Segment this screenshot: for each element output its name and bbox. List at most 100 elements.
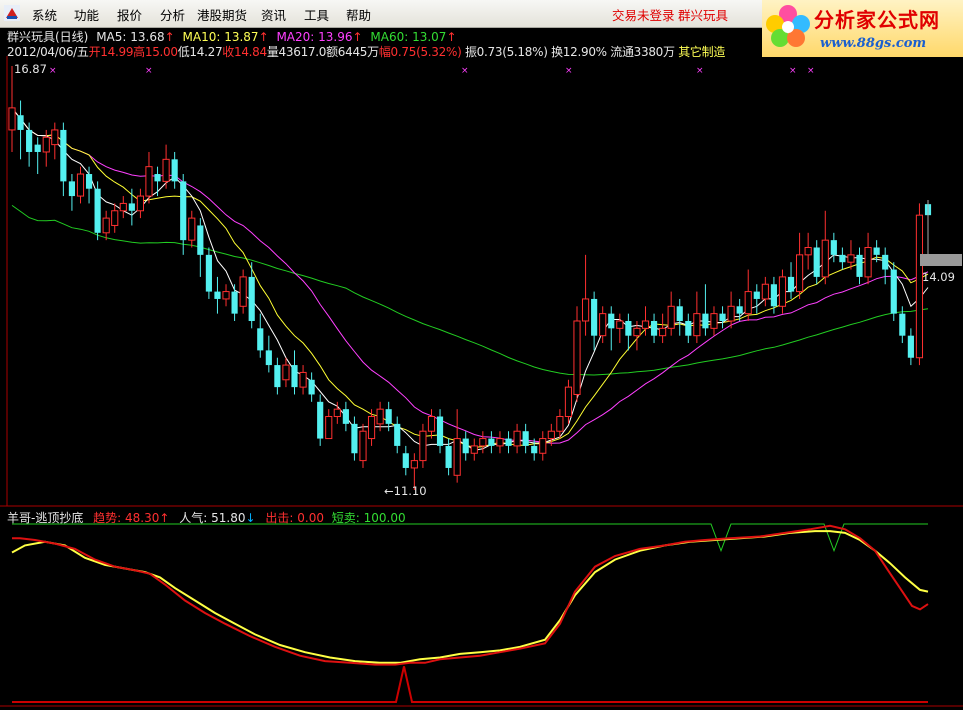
candle-body-up (804, 247, 812, 256)
candle-body-down (265, 350, 272, 366)
up-arrow-icon: ↑ (159, 511, 170, 525)
candle-body-up (633, 327, 641, 337)
indicator-name[interactable]: 羊哥-逃顶抄底 (7, 511, 83, 525)
candle-body-up (659, 327, 667, 337)
candle-body-down (197, 225, 204, 255)
candle-body-down (505, 438, 512, 446)
candle-body-down (248, 276, 255, 321)
signal-marker: × (565, 66, 573, 76)
candle-body-down (787, 276, 795, 292)
candle-body-down (308, 379, 315, 395)
candle-body-up (599, 313, 607, 337)
candle-body-down (94, 188, 101, 233)
candle-body-up (796, 254, 804, 293)
candle-body-up (136, 195, 144, 212)
low-price-label: ←11.10 (384, 484, 427, 498)
candle-body-up (453, 438, 461, 476)
candle-body-up (821, 239, 829, 278)
candle-body-up (693, 313, 701, 337)
candle-body-down (736, 306, 743, 314)
candle-body-down (402, 453, 409, 468)
candle-body-down (719, 313, 726, 321)
candle-body-down (445, 445, 452, 468)
candle-body-down (436, 416, 444, 446)
candle-body-up (333, 408, 341, 418)
candle-body-down (34, 144, 41, 152)
signal-marker: × (145, 66, 153, 76)
candle-body-up (102, 217, 110, 234)
candle-body-down (154, 174, 161, 182)
candle-body-down (890, 269, 897, 314)
candle-body-down (873, 247, 880, 255)
candle-body-down (753, 291, 760, 299)
candle-body-down (60, 129, 67, 182)
candle-body-up (778, 276, 787, 307)
popularity-value: 人气: 51.80 (179, 511, 246, 525)
candle-body-up (51, 129, 59, 146)
candle-body-down (488, 438, 495, 446)
down-arrow-icon: ↓ (245, 511, 256, 525)
candle-body-up (299, 371, 307, 388)
signal-marker: × (461, 66, 469, 76)
candle-body-down (26, 129, 33, 152)
candle-body-up (162, 158, 170, 182)
candle-body-up (539, 438, 547, 454)
exit-value: 出击: 0.00 (265, 511, 324, 525)
candle-body-down (882, 254, 889, 270)
signal-marker: × (696, 66, 704, 76)
candle-body-down (274, 365, 281, 388)
candle-body-up (496, 438, 504, 447)
candle-body-down (68, 181, 76, 197)
candle-body-down (591, 298, 598, 336)
candle-body-down (317, 401, 324, 439)
candle-body-up (616, 320, 624, 329)
candle-body-up (427, 416, 436, 432)
candle-body-down (205, 254, 212, 292)
candle-body-down (291, 365, 298, 388)
candle-body-up (761, 283, 769, 300)
candle-body-up (111, 210, 119, 226)
candle-body-up (556, 416, 564, 432)
candle-body-up (847, 254, 855, 263)
candle-body-up (410, 460, 418, 469)
candle-body-down (128, 203, 135, 211)
candle-body-down (856, 254, 863, 277)
candle-body-down (180, 181, 187, 241)
candle-body-up (641, 320, 650, 329)
signal-marker: × (49, 66, 57, 76)
candle-body-up (239, 276, 247, 307)
candle-body-up (282, 364, 290, 381)
candle-body-up (573, 320, 581, 395)
candle-body-down (608, 313, 615, 329)
candle-body-up (419, 430, 427, 462)
candle-body-up (710, 313, 718, 329)
candle-body-down (394, 423, 401, 446)
candle-body-up (188, 217, 196, 241)
exit-line (12, 666, 928, 703)
candle-body-down (85, 174, 93, 189)
indicator-title-line: 羊哥-逃顶抄底 趋势: 48.30↑ 人气: 51.80↓ 出击: 0.00 短… (7, 509, 406, 526)
candle-body-down (702, 313, 709, 329)
short-sell-value: 短卖: 100.00 (331, 511, 406, 525)
current-price-marker (920, 254, 962, 266)
candle-body-down (385, 409, 392, 424)
candle-body-up (8, 107, 16, 131)
candle-body-up (42, 136, 50, 153)
candle-body-up (145, 166, 153, 197)
candle-body-up (513, 430, 521, 447)
candle-body-down (214, 291, 221, 299)
candle-body-up (325, 416, 333, 440)
kline-chart[interactable]: × × × × × × × (0, 0, 963, 710)
candle-body-down (685, 320, 692, 336)
candle-body-down (531, 445, 538, 454)
candle-body-up (222, 291, 230, 300)
candle-body-down (171, 159, 178, 182)
trend-value: 趋势: 48.30 (93, 511, 160, 525)
candle-body-up (119, 202, 127, 212)
trend-line (12, 524, 929, 666)
candle-body-up (479, 438, 487, 447)
candle-body-up (581, 298, 590, 322)
candle-body-down (676, 306, 683, 321)
candle-body-down (351, 423, 358, 454)
candle-body-down (462, 438, 469, 454)
